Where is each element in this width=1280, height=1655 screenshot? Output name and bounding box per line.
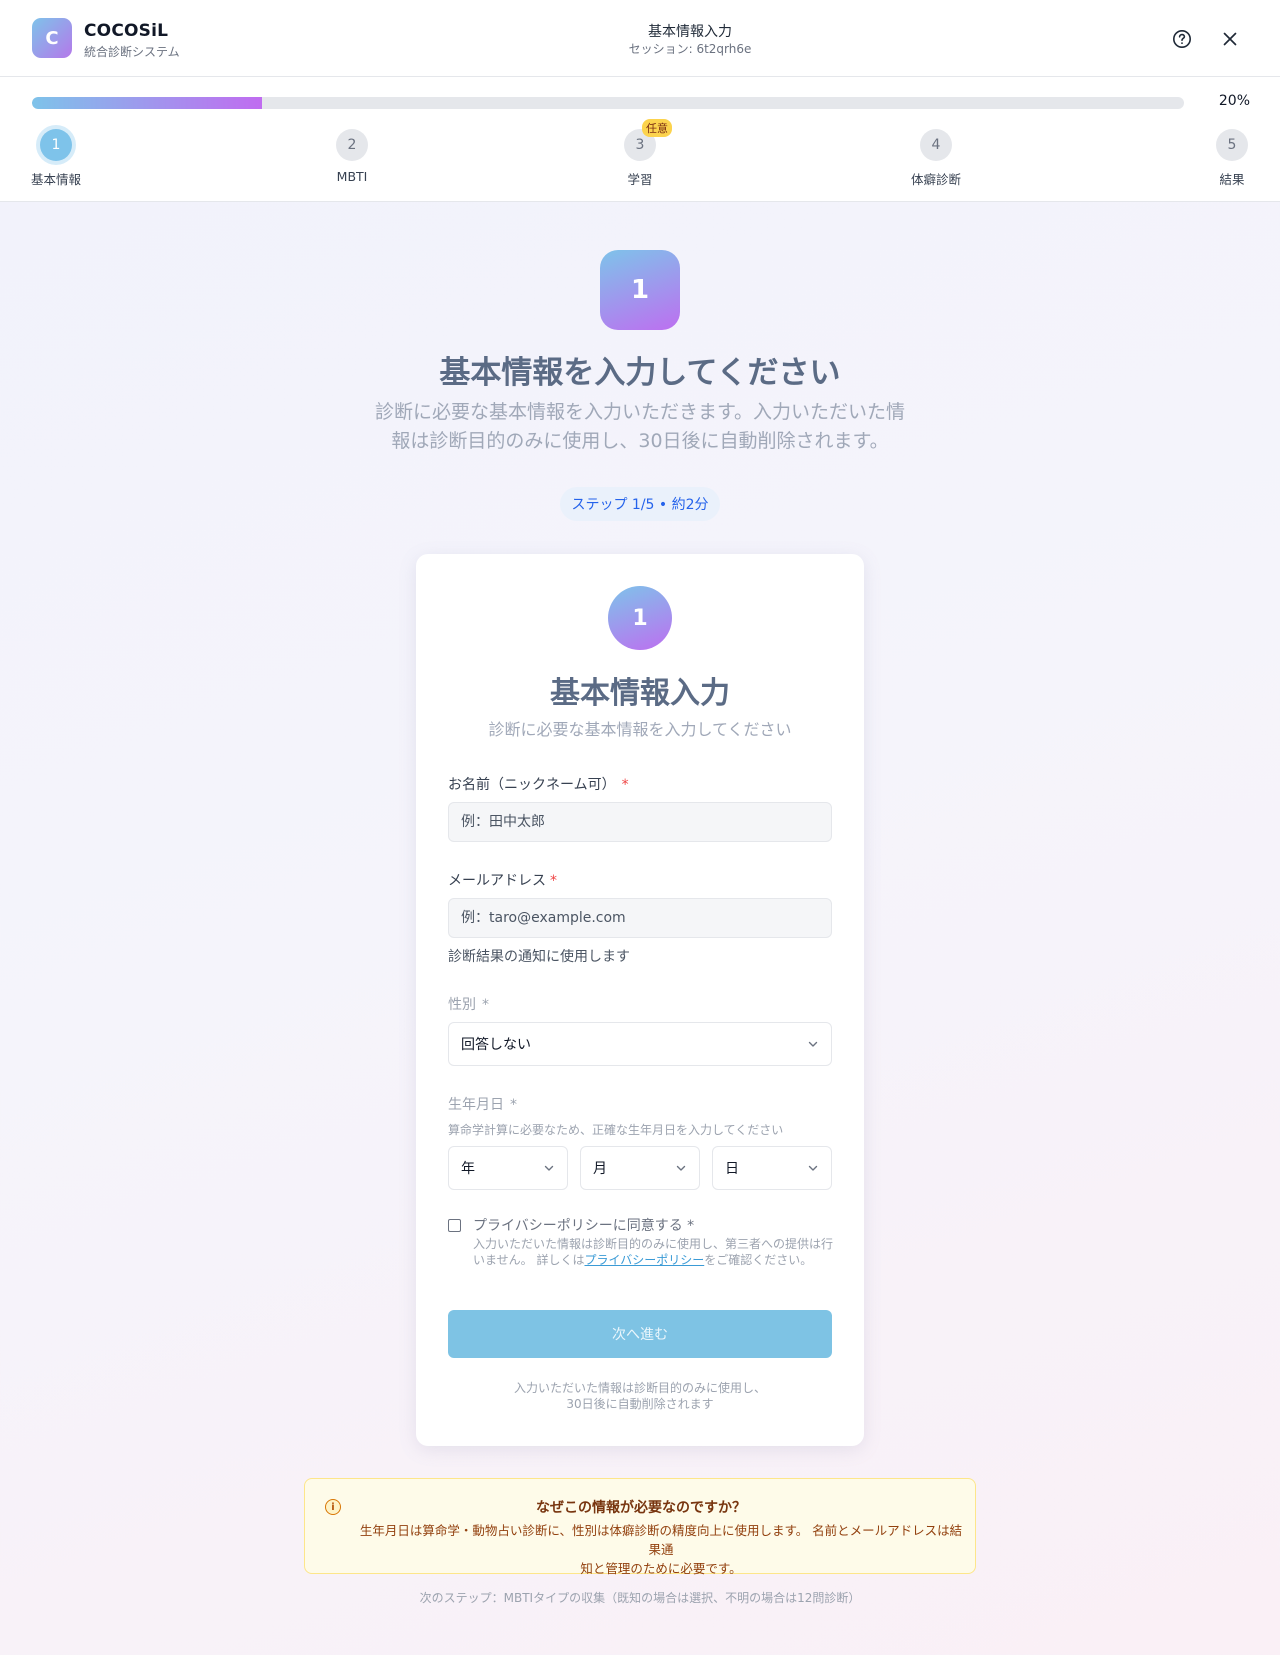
step-circle: 4 bbox=[920, 129, 952, 161]
birth-month-value: 月 bbox=[593, 1161, 607, 1177]
step-circle: 1 bbox=[40, 129, 72, 161]
required-mark: * bbox=[510, 1097, 517, 1113]
name-label-text: お名前（ニックネーム可） bbox=[448, 777, 616, 793]
next-button[interactable]: 次へ進む bbox=[448, 1310, 832, 1358]
next-step-note: 次のステップ：MBTIタイプの収集（既知の場合は選択、不明の場合は12問診断） bbox=[419, 1591, 861, 1605]
email-label: メールアドレス * bbox=[448, 870, 557, 890]
birth-month-select[interactable]: 月 bbox=[580, 1146, 700, 1190]
info-text: 生年月日は算命学・動物占い診断に、性別は体癖診断の精度向上に使用します。 名前と… bbox=[357, 1521, 965, 1578]
optional-badge: 任意 bbox=[642, 119, 672, 137]
why-info-box: i なぜこの情報が必要なのですか？ 生年月日は算命学・動物占い診断に、性別は体癖… bbox=[304, 1478, 976, 1576]
consent-desc-text: をご確認ください。 bbox=[704, 1253, 813, 1267]
step-circle: 2 bbox=[336, 129, 368, 161]
step-3: 3 任意 学習 bbox=[580, 119, 700, 188]
required-mark: * bbox=[482, 997, 489, 1013]
birth-year-value: 年 bbox=[461, 1161, 475, 1177]
session-id: セッション: 6t2qrh6e bbox=[628, 42, 752, 56]
step-label: 体癖診断 bbox=[910, 172, 961, 187]
hero-description: 診断に必要な基本情報を入力いただきます。入力いただいた情 報は診断目的のみに使用… bbox=[350, 398, 930, 456]
required-mark: * bbox=[550, 873, 557, 889]
birthdate-label: 生年月日 * bbox=[448, 1094, 517, 1114]
progress-fill bbox=[32, 97, 263, 109]
retention-line: 30日後に自動削除されます bbox=[566, 1397, 714, 1411]
birthdate-label-text: 生年月日 bbox=[448, 1097, 504, 1113]
hero-title: 基本情報を入力してください bbox=[439, 355, 841, 391]
form-title: 基本情報入力 bbox=[550, 676, 730, 711]
help-button[interactable] bbox=[1167, 24, 1197, 54]
gender-label-text: 性別 bbox=[448, 997, 476, 1013]
birth-day-value: 日 bbox=[725, 1161, 739, 1177]
step-label: 結果 bbox=[1219, 172, 1245, 187]
privacy-consent-label: プライバシーポリシーに同意する * bbox=[473, 1218, 695, 1234]
required-mark: * bbox=[621, 777, 629, 793]
chevron-down-icon bbox=[676, 1165, 686, 1171]
progress-track bbox=[32, 97, 1184, 109]
help-icon bbox=[1173, 30, 1191, 48]
step-label: 学習 bbox=[627, 172, 653, 187]
chevron-down-icon bbox=[808, 1165, 818, 1171]
info-text-line: 知と管理のために必要です。 bbox=[580, 1561, 742, 1576]
step-circle: 5 bbox=[1216, 129, 1248, 161]
step-5: 5 結果 bbox=[1172, 129, 1280, 188]
info-text-line: 生年月日は算命学・動物占い診断に、性別は体癖診断の精度向上に使用します。 名前と… bbox=[359, 1523, 963, 1557]
gender-select-value: 回答しない bbox=[461, 1037, 531, 1053]
gender-label: 性別 * bbox=[448, 994, 489, 1014]
step-4: 4 体癖診断 bbox=[876, 129, 996, 188]
hero-desc-line: 診断に必要な基本情報を入力いただきます。入力いただいた情 bbox=[374, 401, 906, 423]
birthdate-note: 算命学計算に必要なため、正確な生年月日を入力してください bbox=[448, 1123, 784, 1137]
basic-info-form-card: 1 基本情報入力 診断に必要な基本情報を入力してください お名前（ニックネーム可… bbox=[416, 554, 864, 1446]
gender-select[interactable]: 回答しない bbox=[448, 1022, 832, 1066]
privacy-consent-checkbox[interactable] bbox=[448, 1219, 461, 1232]
page-title: 基本情報入力 bbox=[648, 24, 732, 40]
step-label: 基本情報 bbox=[30, 172, 81, 187]
app-logo: C bbox=[32, 18, 72, 58]
step-1: 1 基本情報 bbox=[0, 129, 116, 188]
info-title: なぜこの情報が必要なのですか？ bbox=[536, 1500, 746, 1516]
email-label-text: メールアドレス bbox=[448, 873, 546, 889]
hero-desc-line: 報は診断目的のみに使用し、30日後に自動削除されます。 bbox=[391, 430, 889, 452]
birth-day-select[interactable]: 日 bbox=[712, 1146, 832, 1190]
name-label: お名前（ニックネーム可） * bbox=[448, 774, 629, 794]
brand-name: COCOSiL bbox=[84, 21, 169, 41]
step-2: 2 MBTI bbox=[292, 129, 412, 184]
email-input[interactable] bbox=[448, 898, 832, 938]
brand-subtitle: 統合診断システム bbox=[84, 45, 180, 59]
step-indicator-pill: ステップ 1/5 • 約2分 bbox=[560, 487, 720, 521]
close-icon bbox=[1223, 32, 1237, 46]
form-step-badge: 1 bbox=[608, 586, 672, 650]
privacy-policy-link[interactable]: プライバシーポリシー bbox=[584, 1253, 704, 1267]
progress-percent: 20% bbox=[1218, 93, 1250, 109]
name-input[interactable] bbox=[448, 802, 832, 842]
retention-line: 入力いただいた情報は診断目的のみに使用し、 bbox=[513, 1381, 766, 1395]
progress-section: 20% 1 基本情報 2 MBTI 3 任意 学習 4 体癖診断 5 結果 bbox=[0, 77, 1280, 202]
data-retention-note: 入力いただいた情報は診断目的のみに使用し、 30日後に自動削除されます bbox=[416, 1380, 864, 1412]
chevron-down-icon bbox=[808, 1041, 818, 1047]
close-button[interactable] bbox=[1215, 24, 1245, 54]
chevron-down-icon bbox=[544, 1165, 554, 1171]
step-number-badge: 1 bbox=[600, 250, 680, 330]
privacy-consent-description: 入力いただいた情報は診断目的のみに使用し、第三者への提供は行いません。 詳しくは… bbox=[473, 1236, 833, 1268]
top-bar: C COCOSiL 統合診断システム 基本情報入力 セッション: 6t2qrh6… bbox=[0, 0, 1280, 77]
birth-year-select[interactable]: 年 bbox=[448, 1146, 568, 1190]
email-helper-text: 診断結果の通知に使用します bbox=[448, 949, 630, 965]
form-subtitle: 診断に必要な基本情報を入力してください bbox=[488, 720, 792, 739]
step-label: MBTI bbox=[336, 169, 368, 184]
